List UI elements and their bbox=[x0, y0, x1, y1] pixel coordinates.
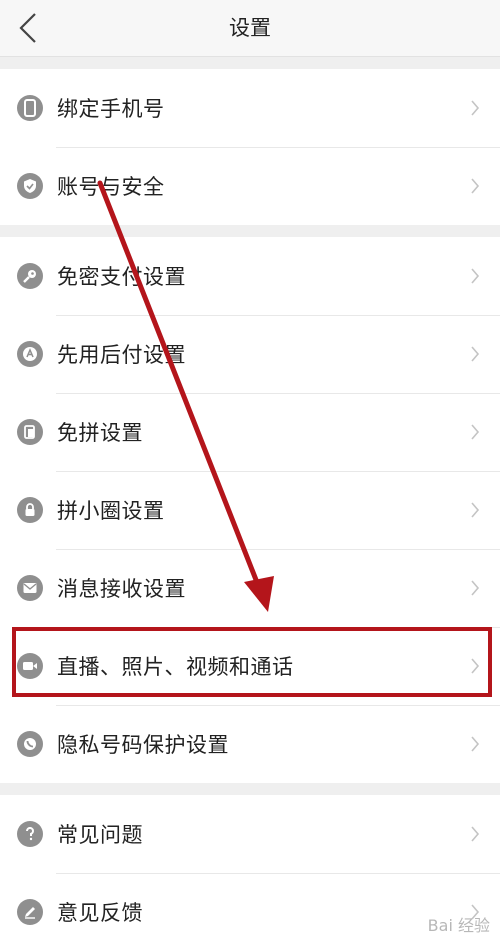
settings-group-account: 绑定手机号 账号与安全 bbox=[0, 69, 500, 225]
privacy-phone-icon bbox=[17, 731, 43, 757]
settings-item-label: 拼小圈设置 bbox=[57, 499, 165, 523]
settings-item-no-group-buy[interactable]: 免拼设置 bbox=[0, 393, 500, 471]
chevron-right-icon bbox=[464, 733, 486, 755]
settings-item-label: 免密支付设置 bbox=[57, 265, 186, 289]
settings-group-help: 常见问题 意见反馈 bbox=[0, 795, 500, 951]
settings-item-feedback[interactable]: 意见反馈 bbox=[0, 873, 500, 951]
settings-item-privacy-number[interactable]: 隐私号码保护设置 bbox=[0, 705, 500, 783]
video-icon bbox=[17, 653, 43, 679]
settings-item-circle[interactable]: 拼小圈设置 bbox=[0, 471, 500, 549]
settings-item-label: 直播、照片、视频和通话 bbox=[57, 655, 294, 679]
badge-a-icon bbox=[17, 341, 43, 367]
shield-icon bbox=[17, 173, 43, 199]
chevron-left-icon bbox=[19, 13, 36, 43]
header-bar: 设置 bbox=[0, 0, 500, 57]
settings-item-label: 先用后付设置 bbox=[57, 343, 186, 367]
settings-item-label: 隐私号码保护设置 bbox=[57, 733, 229, 757]
back-button[interactable] bbox=[10, 10, 46, 46]
settings-group-features: 免密支付设置 先用后付设置 免拼设置 拼小圈设置 消息接收设置 直播、照片、视频… bbox=[0, 237, 500, 783]
settings-item-account-security[interactable]: 账号与安全 bbox=[0, 147, 500, 225]
settings-item-label: 绑定手机号 bbox=[57, 97, 165, 121]
settings-item-bind-phone[interactable]: 绑定手机号 bbox=[0, 69, 500, 147]
settings-item-label: 常见问题 bbox=[57, 823, 143, 847]
settings-item-label: 免拼设置 bbox=[57, 421, 143, 445]
page-title: 设置 bbox=[229, 16, 271, 40]
chevron-right-icon bbox=[464, 499, 486, 521]
lock-icon bbox=[17, 497, 43, 523]
chevron-right-icon bbox=[464, 175, 486, 197]
chevron-right-icon bbox=[464, 655, 486, 677]
chevron-right-icon bbox=[464, 421, 486, 443]
settings-item-label: 账号与安全 bbox=[57, 175, 165, 199]
settings-item-message-receive[interactable]: 消息接收设置 bbox=[0, 549, 500, 627]
key-icon bbox=[17, 263, 43, 289]
chevron-right-icon bbox=[464, 97, 486, 119]
phone-icon bbox=[17, 95, 43, 121]
settings-item-pay-later[interactable]: 先用后付设置 bbox=[0, 315, 500, 393]
settings-item-label: 意见反馈 bbox=[57, 901, 143, 925]
settings-item-password-free-payment[interactable]: 免密支付设置 bbox=[0, 237, 500, 315]
question-icon bbox=[17, 821, 43, 847]
watermark: Bai 经验 bbox=[427, 916, 490, 935]
chevron-right-icon bbox=[464, 823, 486, 845]
pen-icon bbox=[17, 899, 43, 925]
chevron-right-icon bbox=[464, 343, 486, 365]
chevron-right-icon bbox=[464, 265, 486, 287]
mail-icon bbox=[17, 575, 43, 601]
cards-icon bbox=[17, 419, 43, 445]
settings-item-label: 消息接收设置 bbox=[57, 577, 186, 601]
settings-item-live-photo-video-call[interactable]: 直播、照片、视频和通话 bbox=[0, 627, 500, 705]
chevron-right-icon bbox=[464, 577, 486, 599]
settings-item-faq[interactable]: 常见问题 bbox=[0, 795, 500, 873]
